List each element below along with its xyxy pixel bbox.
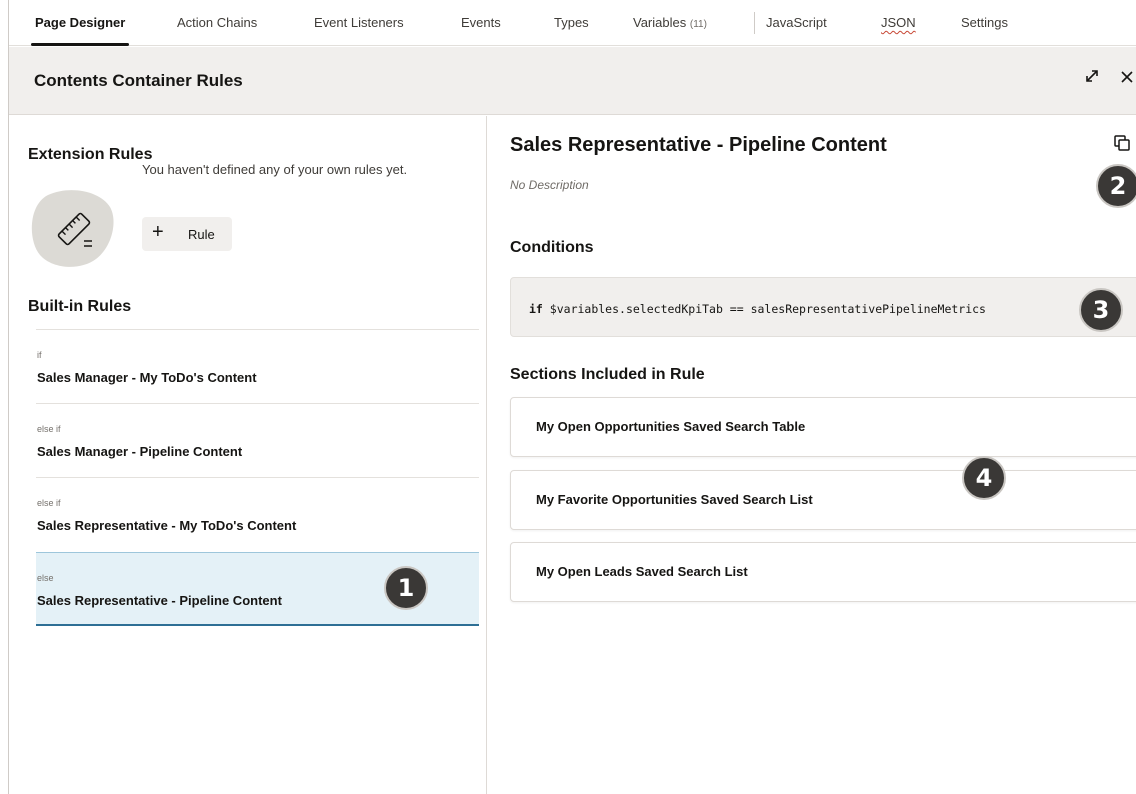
extension-rules-title: Extension Rules — [28, 146, 153, 163]
section-name: My Open Opportunities Saved Search Table — [536, 419, 806, 434]
rule-item[interactable]: if Sales Manager - My ToDo's Content — [36, 329, 479, 403]
tab-json[interactable]: JSON — [881, 0, 916, 46]
plus-icon: + — [152, 221, 164, 243]
tab-javascript[interactable]: JavaScript — [766, 0, 827, 46]
section-card[interactable]: My Open Leads Saved Search List — [510, 542, 1136, 602]
close-icon[interactable] — [1117, 65, 1136, 87]
copy-icon[interactable] — [1112, 133, 1132, 153]
app-frame: Page Designer Action Chains Event Listen… — [8, 0, 1136, 794]
condition-expr: $variables.selectedKpiTab == salesRepres… — [549, 302, 986, 316]
section-name: My Open Leads Saved Search List — [536, 564, 748, 579]
condition-keyword: if — [529, 302, 543, 316]
tab-action-chains[interactable]: Action Chains — [177, 0, 257, 46]
rule-keyword: else if — [37, 424, 61, 434]
rule-item[interactable]: else if Sales Representative - My ToDo's… — [36, 477, 479, 551]
tab-event-listeners[interactable]: Event Listeners — [314, 0, 404, 46]
empty-rules-message: You haven't defined any of your own rule… — [142, 162, 408, 177]
rule-name: Sales Representative - Pipeline Content — [37, 593, 282, 608]
rule-keyword: else — [37, 573, 54, 583]
rule-name: Sales Representative - My ToDo's Content — [37, 518, 297, 533]
rule-detail-title: Sales Representative - Pipeline Content — [510, 134, 887, 156]
expand-icon[interactable] — [1081, 65, 1103, 87]
builtin-rules-title: Built-in Rules — [28, 298, 132, 315]
conditions-title: Conditions — [510, 239, 594, 256]
rule-description: No Description — [510, 178, 589, 192]
section-card[interactable]: My Favorite Opportunities Saved Search L… — [510, 470, 1136, 530]
callout-badge-3: 3 — [1079, 288, 1123, 332]
callout-badge-4: 4 — [962, 456, 1006, 500]
rule-item[interactable]: else if Sales Manager - Pipeline Content — [36, 403, 479, 477]
rule-keyword: else if — [37, 498, 61, 508]
rule-keyword: if — [37, 350, 42, 360]
tab-separator — [754, 12, 755, 34]
tab-events[interactable]: Events — [461, 0, 501, 46]
tab-variables-label: Variables — [633, 15, 687, 30]
tab-types[interactable]: Types — [554, 0, 589, 46]
condition-expression: if $variables.selectedKpiTab == salesRep… — [529, 302, 986, 316]
rule-detail-panel: Sales Representative - Pipeline Content … — [488, 116, 1136, 794]
condition-expression-box[interactable]: if $variables.selectedKpiTab == salesRep… — [510, 277, 1136, 337]
tab-settings[interactable]: Settings — [961, 0, 1008, 46]
add-rule-button[interactable]: + Rule — [142, 217, 232, 251]
dialog-title: Contents Container Rules — [34, 71, 243, 90]
ruler-illustration-icon — [31, 190, 114, 267]
rule-name: Sales Manager - My ToDo's Content — [37, 370, 257, 385]
tab-variables-count: (11) — [689, 19, 707, 30]
callout-badge-1: 1 — [384, 566, 428, 610]
section-name: My Favorite Opportunities Saved Search L… — [536, 492, 813, 507]
designer-tab-bar: Page Designer Action Chains Event Listen… — [9, 0, 1136, 46]
sections-title: Sections Included in Rule — [510, 366, 705, 383]
rule-name: Sales Manager - Pipeline Content — [37, 444, 243, 459]
add-rule-label: Rule — [188, 227, 215, 242]
dialog-header: Contents Container Rules — [9, 47, 1136, 115]
section-card[interactable]: My Open Opportunities Saved Search Table — [510, 397, 1136, 457]
tab-variables[interactable]: Variables (11) — [633, 0, 707, 46]
callout-badge-2: 2 — [1096, 164, 1136, 208]
tab-json-label: JSON — [881, 15, 916, 30]
tab-page-designer[interactable]: Page Designer — [30, 0, 130, 46]
